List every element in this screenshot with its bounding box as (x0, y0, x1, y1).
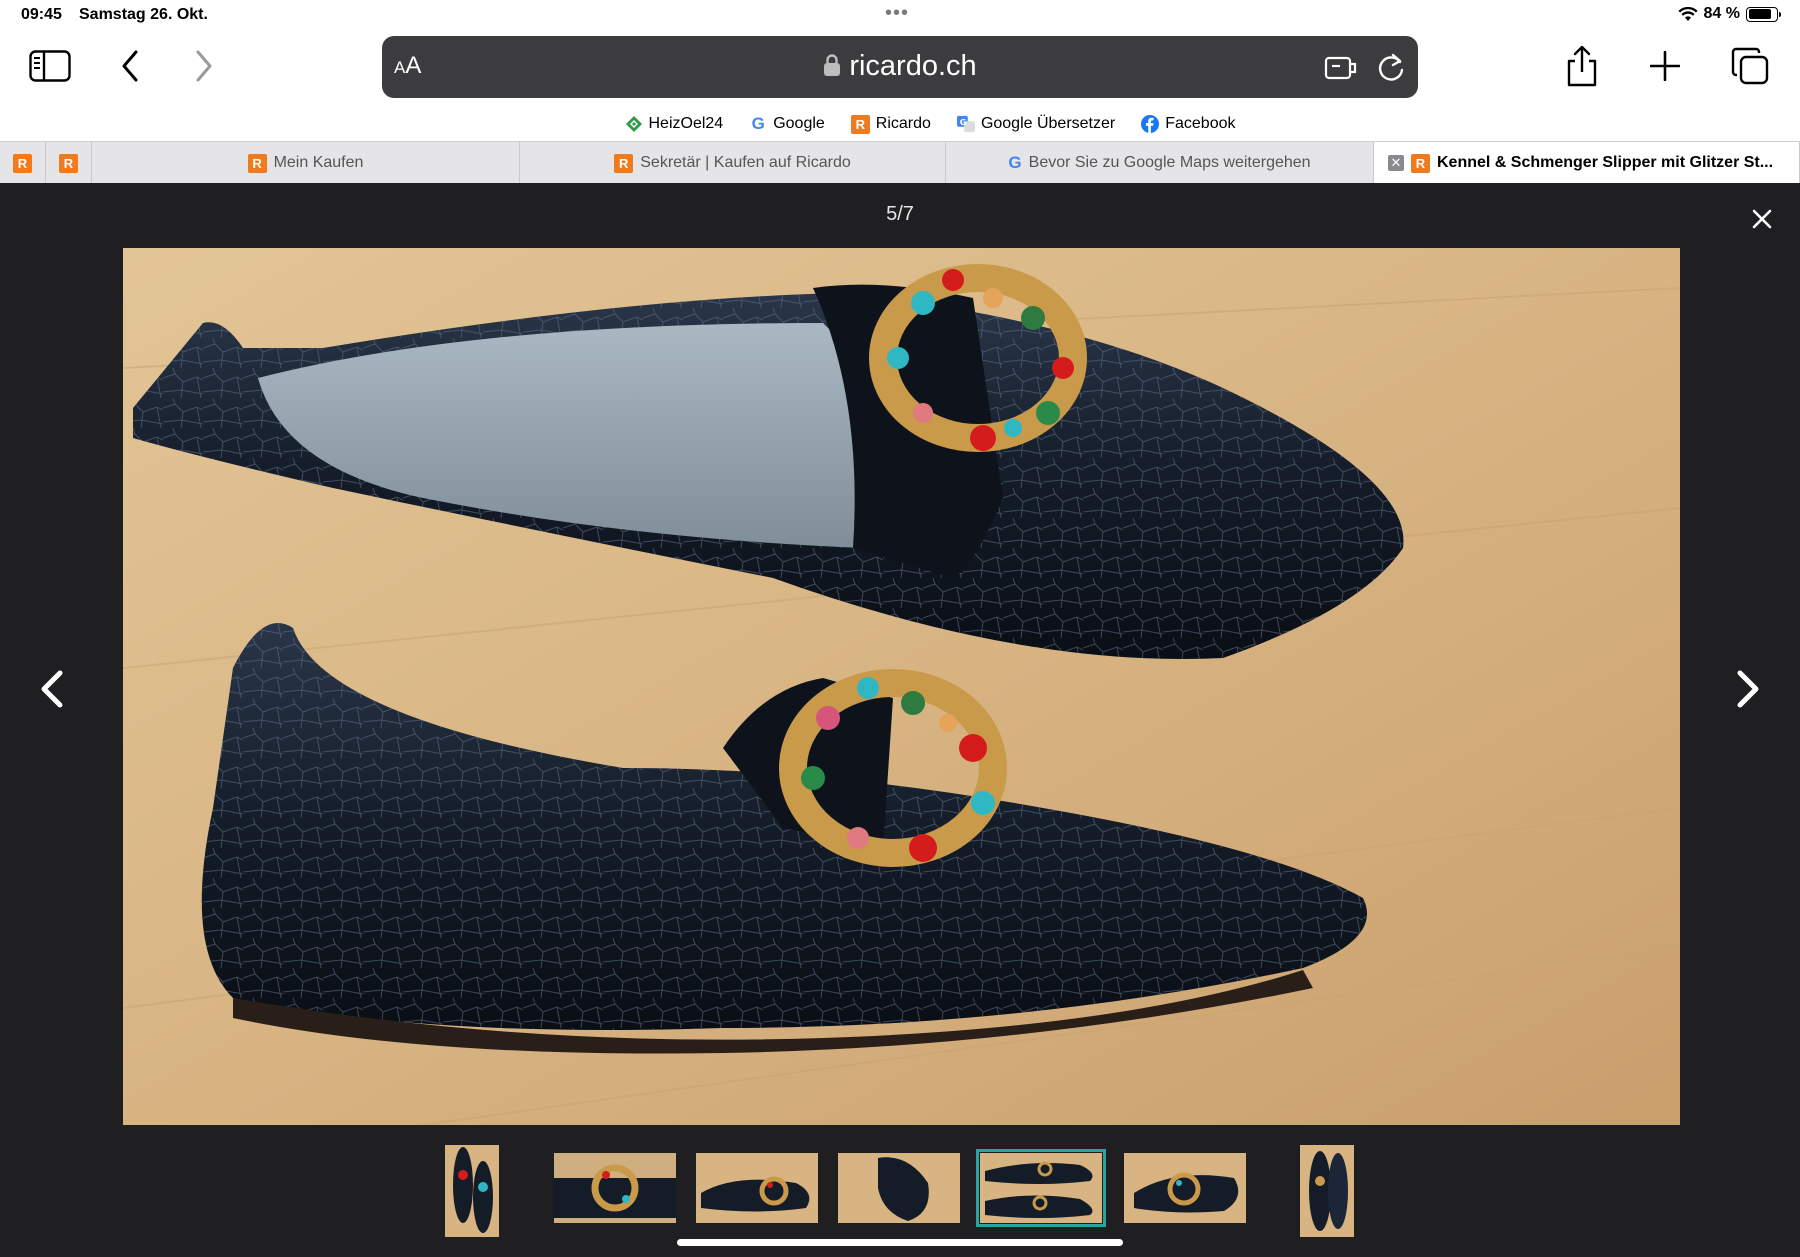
thumbnail-4[interactable] (838, 1153, 960, 1223)
favorite-label: HeizOel24 (648, 115, 724, 132)
multitasking-dots-icon[interactable]: ••• (885, 2, 909, 25)
pinned-tab-ricardo[interactable]: R (0, 142, 46, 184)
shoes-photo-illustration (123, 248, 1680, 1125)
favorites-bar: HeizOel24 G Google R Ricardo G Google Üb… (0, 107, 1800, 141)
ricardo-icon: R (1411, 153, 1430, 173)
back-icon[interactable] (116, 48, 144, 84)
product-photo[interactable] (123, 248, 1680, 1125)
google-icon: G (751, 114, 765, 133)
ricardo-icon: R (247, 153, 267, 173)
status-date: Samstag 26. Okt. (79, 6, 208, 23)
url-display[interactable]: ricardo.ch (382, 50, 1418, 83)
favorite-ricardo[interactable]: R Ricardo (850, 114, 931, 134)
pinned-tab-ricardo[interactable]: R (46, 142, 92, 184)
image-gallery: 5/7 (0, 183, 1800, 1257)
home-indicator[interactable] (677, 1239, 1123, 1246)
reload-icon[interactable] (1376, 51, 1406, 88)
favorite-facebook[interactable]: Facebook (1141, 115, 1236, 133)
battery-percent: 84 % (1703, 5, 1740, 22)
favorite-label: Facebook (1165, 115, 1236, 132)
tab-label: Bevor Sie zu Google Maps weitergehen (1028, 154, 1311, 171)
ricardo-icon: R (59, 153, 78, 173)
tab-label: Sekretär | Kaufen auf Ricardo (640, 154, 851, 171)
tab-label: Mein Kaufen (273, 154, 364, 171)
forward-icon[interactable] (190, 48, 218, 84)
url-text: ricardo.ch (849, 50, 977, 82)
thumbnail-1[interactable] (445, 1145, 499, 1237)
previous-image-icon[interactable] (32, 659, 72, 719)
tab-mein-kaufen[interactable]: R Mein Kaufen (92, 142, 520, 184)
status-right: 84 % (1678, 5, 1781, 23)
heizoel-icon (625, 115, 643, 133)
tab-kennel-schmenger[interactable]: ✕ R Kennel & Schmenger Slipper mit Glitz… (1374, 142, 1800, 184)
favorite-label: Google (773, 115, 825, 132)
favorite-google-translate[interactable]: G Google Übersetzer (956, 115, 1116, 133)
next-image-icon[interactable] (1728, 659, 1768, 719)
address-bar[interactable]: AA ricardo.ch (382, 36, 1418, 98)
battery-icon (1746, 6, 1781, 22)
browser-toolbar: AA ricardo.ch (0, 30, 1800, 106)
tab-overview-icon[interactable] (1730, 46, 1770, 86)
thumbnail-5[interactable] (976, 1149, 1106, 1227)
thumbnail-3[interactable] (696, 1153, 818, 1223)
tab-sekretaer[interactable]: R Sekretär | Kaufen auf Ricardo (520, 142, 946, 184)
favorite-heizoel24[interactable]: HeizOel24 (625, 115, 724, 133)
lock-icon (824, 54, 841, 76)
favorite-label: Ricardo (875, 115, 931, 132)
favorite-google[interactable]: G Google (749, 114, 825, 133)
status-bar: 09:45 Samstag 26. Okt. ••• 84 % (0, 0, 1800, 30)
wifi-icon (1678, 6, 1698, 21)
extension-icon[interactable] (1324, 52, 1358, 87)
translate-icon: G (956, 115, 975, 133)
ricardo-icon: R (614, 153, 634, 173)
new-tab-icon[interactable] (1649, 48, 1681, 84)
thumbnail-6[interactable] (1124, 1153, 1246, 1223)
tab-bar: R R R Mein Kaufen R Sekretär | Kaufen au… (0, 141, 1800, 184)
battery-level (1748, 9, 1772, 19)
tab-label: Kennel & Schmenger Slipper mit Glitzer S… (1437, 154, 1774, 171)
thumbnail-2[interactable] (554, 1153, 676, 1223)
share-icon[interactable] (1563, 44, 1601, 88)
favorite-label: Google Übersetzer (980, 115, 1116, 132)
close-tab-icon[interactable]: ✕ (1388, 155, 1404, 171)
image-counter: 5/7 (886, 203, 914, 225)
close-gallery-icon[interactable] (1748, 205, 1776, 233)
tab-google-maps[interactable]: G Bevor Sie zu Google Maps weitergehen (946, 142, 1374, 184)
ricardo-icon: R (13, 153, 32, 173)
svg-text:G: G (960, 117, 967, 127)
ricardo-icon: R (850, 114, 870, 134)
google-icon: G (1008, 153, 1022, 172)
thumbnail-7[interactable] (1300, 1145, 1354, 1237)
facebook-icon (1141, 115, 1160, 133)
thumbnail-strip (0, 1143, 1800, 1237)
status-time: 09:45 (21, 6, 62, 23)
sidebar-icon[interactable] (28, 48, 72, 84)
